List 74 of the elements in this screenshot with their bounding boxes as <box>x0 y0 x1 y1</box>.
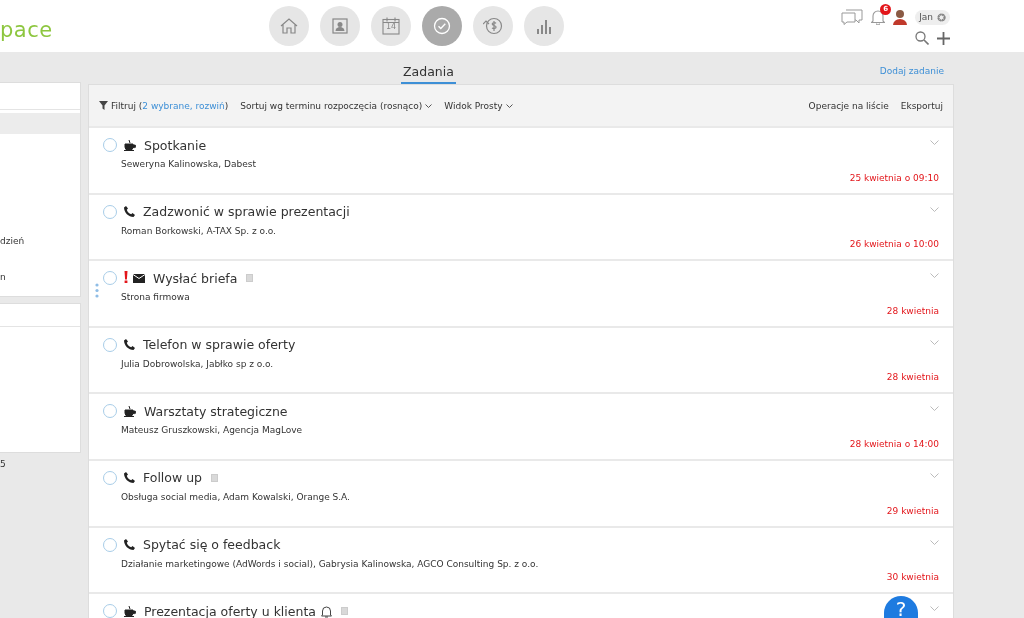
plus-icon[interactable] <box>937 31 950 45</box>
phone-icon <box>124 339 135 351</box>
task-details: Roman Borkowski, A-TAX Sp. z o.o. <box>121 225 277 236</box>
logo-text: pace <box>0 18 54 42</box>
settings-icon[interactable] <box>936 11 947 23</box>
phone-icon <box>124 472 135 484</box>
task-details: Strona firmowa <box>121 292 191 303</box>
task-title[interactable]: Prezentacja oferty u klienta <box>144 603 316 618</box>
envelope-icon <box>133 273 145 283</box>
task-due-date: 28 kwietnia <box>886 305 939 316</box>
contact-card-icon <box>332 18 348 34</box>
task-due-date: 25 kwietnia o 09:10 <box>849 172 939 183</box>
task-due-date: 28 kwietnia o 14:00 <box>849 438 939 449</box>
phone-icon <box>124 539 135 551</box>
nav-button[interactable] <box>422 6 462 46</box>
chevron-down-icon[interactable] <box>930 206 939 212</box>
task-due-date: 29 kwietnia <box>886 505 939 516</box>
nav-button[interactable] <box>320 6 360 46</box>
task-title[interactable]: Wysłać briefa <box>153 270 238 286</box>
search-icon[interactable] <box>915 31 929 45</box>
task-details: Julia Dobrowolska, Jabłko sp z o.o. <box>121 358 275 369</box>
cup-icon <box>124 139 136 151</box>
filter-button[interactable]: Filtruj (2 wybrane, rozwiń) <box>99 100 229 111</box>
sidebar-text: n <box>0 272 7 282</box>
nav-button[interactable] <box>473 6 513 46</box>
drag-handle-icon[interactable] <box>95 283 99 299</box>
task-details: Mateusz Gruszkowski, Agencja MagLove <box>121 425 304 436</box>
sidebar-text: 5 <box>0 459 7 469</box>
caret-icon <box>505 103 513 108</box>
nav-button[interactable] <box>269 6 309 46</box>
caret-icon <box>425 103 433 108</box>
cup-icon <box>124 605 136 617</box>
chevron-down-icon[interactable] <box>930 273 939 279</box>
chevron-down-icon[interactable] <box>930 406 939 412</box>
task-card[interactable]: Telefon w sprawie oferty Julia Dobrowolska, Jabłko sp z o.o. 28 kwietnia <box>89 327 953 393</box>
export-button[interactable]: Eksportuj <box>900 100 943 111</box>
task-card[interactable]: Wysłać briefa Strona firmowa 28 kwietnia <box>89 261 953 326</box>
cup-icon <box>124 405 136 417</box>
task-title[interactable]: Zadzwonić w sprawie prezentacji <box>143 204 350 220</box>
nav-button[interactable] <box>524 6 564 46</box>
phone-icon <box>124 206 135 218</box>
home-icon <box>280 18 298 34</box>
task-title[interactable]: Telefon w sprawie oferty <box>143 337 296 353</box>
task-card[interactable]: Spytać się o feedback Działanie marketingowe (AdWords i social), Gabrysia Kalinowska, AGCO Consulting Sp. z o.o. 30 kwietnia <box>89 527 953 593</box>
task-card[interactable]: Follow up Obsługa social media, Adam Kowalski, Orange S.A. 29 kwietnia <box>89 460 953 526</box>
avatar-icon[interactable] <box>893 9 908 25</box>
view-dropdown[interactable]: Widok Prosty <box>444 100 513 111</box>
chat-icon[interactable] <box>841 9 864 25</box>
bar-chart-icon <box>536 18 552 34</box>
task-title[interactable]: Spytać się o feedback <box>143 537 281 553</box>
task-title[interactable]: Warsztaty strategiczne <box>144 403 288 419</box>
task-due-date: 26 kwietnia o 10:00 <box>849 239 939 250</box>
chevron-down-icon[interactable] <box>930 140 939 145</box>
chevron-down-icon[interactable] <box>930 472 939 478</box>
task-card[interactable]: Spotkanie Seweryna Kalinowska, Dabest 25 kwietnia o 09:10 <box>89 128 953 193</box>
bell-icon[interactable] <box>871 9 886 25</box>
list-operations-button[interactable]: Operacje na liście <box>808 100 889 111</box>
task-card[interactable]: Warsztaty strategiczne Mateusz Gruszkowski, Agencja MagLove 28 kwietnia o 14:00 <box>89 394 953 459</box>
task-due-date: 30 kwietnia <box>886 572 939 583</box>
checkmark-circle-icon <box>433 17 451 35</box>
filter-icon <box>99 101 108 110</box>
task-title[interactable]: Follow up <box>143 470 203 486</box>
task-title[interactable]: Spotkanie <box>144 137 207 153</box>
sidebar-selected-row[interactable] <box>0 113 80 134</box>
sort-dropdown[interactable]: Sortuj wg terminu rozpoczęcia (rosnąco) <box>240 100 433 111</box>
chevron-down-icon[interactable] <box>930 606 939 612</box>
chevron-down-icon[interactable] <box>930 339 939 345</box>
task-details: Seweryna Kalinowska, Dabest <box>121 159 257 169</box>
task-due-date: 28 kwietnia <box>886 372 939 383</box>
chevron-down-icon[interactable] <box>930 539 939 545</box>
sidebar-text: dzień <box>0 236 26 246</box>
task-card[interactable]: Zadzwonić w sprawie prezentacji Roman Borkowski, A-TAX Sp. z o.o. 26 kwietnia o 10:00 <box>89 194 953 260</box>
task-details: Działanie marketingowe (AdWords i social), Gabrysia Kalinowska, AGCO Consulting Sp. z o.o. <box>121 558 540 569</box>
task-details: Obsługa social media, Adam Kowalski, Orange S.A. <box>121 491 351 502</box>
